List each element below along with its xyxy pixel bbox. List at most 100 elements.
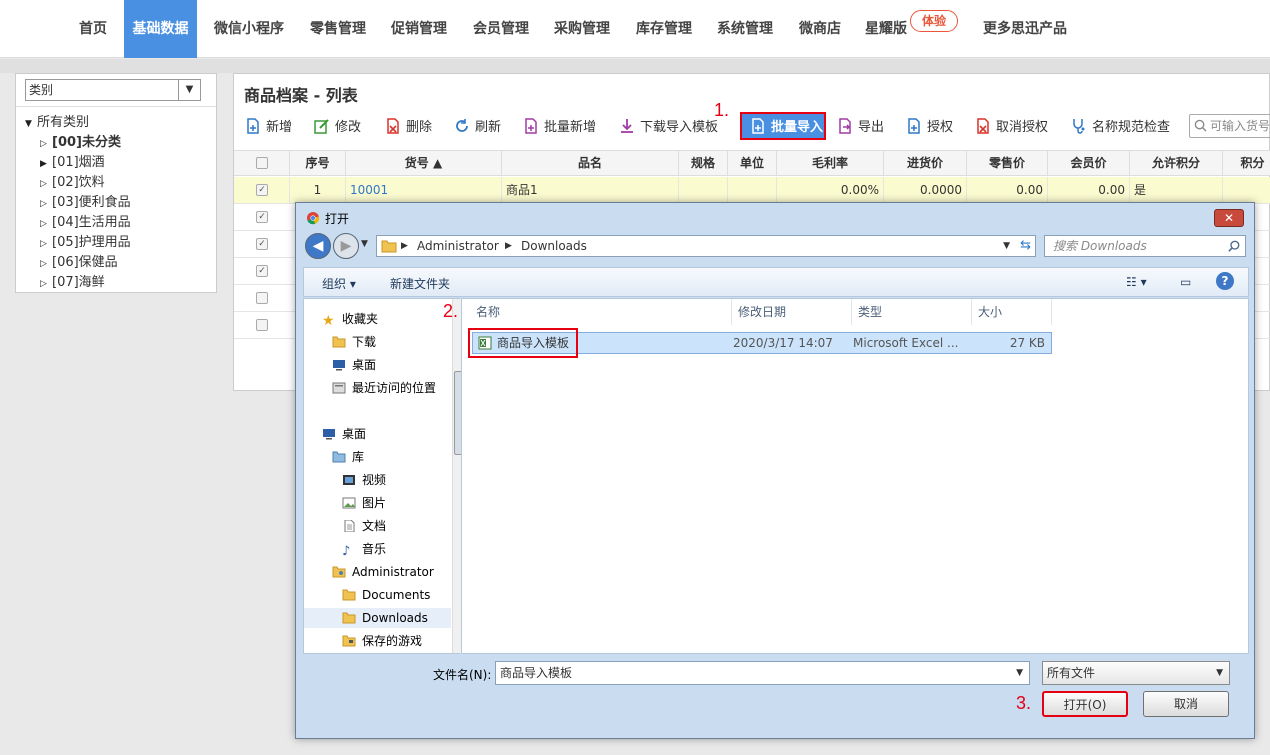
caret-right-icon[interactable]: ▷ [40, 234, 52, 254]
tree-item-00[interactable]: ▷ [00]未分类 [40, 133, 121, 153]
tree-item-05[interactable]: ▷ [05]护理用品 [40, 233, 131, 253]
breadcrumb-downloads[interactable]: Downloads [521, 236, 587, 256]
nav-wechat-store[interactable]: 微商店 [790, 0, 850, 58]
row-checkbox[interactable]: ✓ [256, 238, 268, 250]
search-input[interactable]: 可输入货号 [1189, 114, 1270, 138]
export-button[interactable]: 导出 [837, 115, 884, 141]
view-options-icon[interactable]: ☷ ▾ [1126, 275, 1147, 289]
col-file-type[interactable]: 类型 [852, 299, 972, 325]
batch-add-button[interactable]: 批量新增 [523, 115, 596, 141]
nav-saved-games[interactable]: 保存的游戏 [342, 631, 422, 651]
col-points[interactable]: 积分 [1223, 151, 1270, 176]
nav-downloads-fav[interactable]: 下载 [332, 332, 376, 352]
col-modified-date[interactable]: 修改日期 [732, 299, 852, 325]
download-template-button[interactable]: 下载导入模板 [619, 115, 718, 141]
close-button[interactable]: ✕ [1214, 209, 1244, 227]
tree-item-02[interactable]: ▷ [02]饮料 [40, 173, 105, 193]
add-button[interactable]: 新增 [245, 115, 292, 141]
authorize-button[interactable]: 授权 [906, 115, 953, 141]
col-retail[interactable]: 零售价 [967, 151, 1048, 176]
col-file-size[interactable]: 大小 [972, 299, 1052, 325]
caret-right-icon[interactable]: ▷ [40, 194, 52, 214]
nav-pictures[interactable]: 图片 [342, 493, 386, 513]
row-checkbox[interactable]: ✓ [256, 265, 268, 277]
table-row[interactable]: ✓ 1 10001 商品1 0.00% 0.0000 0.00 0.00 是 [234, 177, 1270, 204]
col-allow-points[interactable]: 允许积分 [1130, 151, 1223, 176]
batch-import-button[interactable]: 批量导入 [740, 112, 826, 140]
select-all-cell[interactable] [234, 151, 290, 176]
nav-inventory[interactable]: 库存管理 [628, 0, 700, 58]
new-folder-button[interactable]: 新建文件夹 [390, 275, 450, 292]
nav-libraries[interactable]: 库 [332, 447, 364, 467]
nav-member[interactable]: 会员管理 [465, 0, 537, 58]
select-all-checkbox[interactable] [256, 157, 268, 169]
help-icon[interactable]: ? [1216, 272, 1234, 290]
caret-right-icon[interactable]: ▷ [40, 214, 52, 234]
nav-retail[interactable]: 零售管理 [302, 0, 374, 58]
dialog-search-input[interactable]: 搜索 Downloads [1044, 235, 1246, 257]
col-name[interactable]: 品名 [502, 151, 679, 176]
cancel-button[interactable]: 取消 [1143, 691, 1229, 717]
col-cost[interactable]: 进货价 [884, 151, 967, 176]
col-code[interactable]: 货号 ▲ [346, 151, 502, 176]
nav-system[interactable]: 系统管理 [709, 0, 781, 58]
caret-right-icon[interactable]: ▶ [40, 154, 52, 174]
caret-right-icon[interactable]: ▷ [40, 134, 52, 154]
col-unit[interactable]: 单位 [728, 151, 777, 176]
caret-right-icon[interactable]: ▷ [40, 254, 52, 274]
file-row[interactable]: 商品导入模板 2020/3/17 14:07 Microsoft Excel .… [468, 328, 1052, 358]
nav-mini-program[interactable]: 微信小程序 [205, 0, 293, 58]
nav-promotion[interactable]: 促销管理 [383, 0, 455, 58]
row-checkbox[interactable] [256, 319, 268, 331]
name-check-button[interactable]: 名称规范检查 [1071, 115, 1170, 141]
recent-dropdown-icon[interactable]: ▼ [361, 239, 368, 249]
filename-input[interactable]: 商品导入模板 ▼ [495, 661, 1030, 685]
nav-administrator[interactable]: Administrator [332, 562, 434, 582]
row-checkbox[interactable]: ✓ [256, 184, 268, 196]
col-member[interactable]: 会员价 [1048, 151, 1130, 176]
nav-star-edition[interactable]: 星耀版 [860, 0, 912, 58]
organize-menu[interactable]: 组织 ▾ [322, 275, 356, 292]
tree-item-06[interactable]: ▷ [06]保健品 [40, 253, 118, 273]
delete-button[interactable]: 删除 [385, 115, 432, 141]
tree-item-03[interactable]: ▷ [03]便利食品 [40, 193, 131, 213]
nav-documents-lib[interactable]: 文档 [342, 516, 386, 536]
address-dropdown-icon[interactable]: ▼ [1003, 236, 1010, 256]
forward-button[interactable]: ▶ [333, 233, 359, 259]
nav-desktop[interactable]: 桌面 [322, 424, 366, 444]
tree-item-04[interactable]: ▷ [04]生活用品 [40, 213, 131, 233]
chevron-down-icon[interactable]: ▼ [1216, 662, 1223, 684]
back-button[interactable]: ◀ [305, 233, 331, 259]
col-file-name[interactable]: 名称 [470, 299, 732, 325]
nav-downloads[interactable]: Downloads [304, 608, 451, 628]
cell-code[interactable]: 10001 [346, 177, 502, 203]
breadcrumb-administrator[interactable]: Administrator [417, 236, 499, 256]
nav-purchase[interactable]: 采购管理 [546, 0, 618, 58]
nav-videos[interactable]: 视频 [342, 470, 386, 490]
nav-desktop-fav[interactable]: 桌面 [332, 355, 376, 375]
tree-item-07[interactable]: ▷ [07]海鲜 [40, 273, 105, 293]
caret-right-icon[interactable]: ▷ [40, 174, 52, 194]
file-type-select[interactable]: 所有文件 ▼ [1042, 661, 1230, 685]
nav-music[interactable]: ♪ 音乐 [342, 539, 386, 559]
refresh-button[interactable]: 刷新 [454, 115, 501, 141]
row-checkbox[interactable] [256, 292, 268, 304]
preview-pane-icon[interactable]: ▭ [1180, 275, 1191, 289]
edit-button[interactable]: 修改 [314, 115, 361, 141]
tree-item-01[interactable]: ▶ [01]烟酒 [40, 153, 105, 173]
col-margin[interactable]: 毛利率 [777, 151, 884, 176]
nav-more-products[interactable]: 更多思迅产品 [975, 0, 1075, 58]
nav-documents[interactable]: Documents [342, 585, 430, 605]
chevron-down-icon[interactable]: ▼ [178, 80, 200, 100]
category-select[interactable]: 类别 ▼ [25, 79, 201, 101]
tree-item-all[interactable]: ▼ 所有类别 [25, 113, 89, 133]
address-bar[interactable]: ▶ Administrator ▶ Downloads ▼ ⇆ [376, 235, 1036, 257]
filename-dropdown-icon[interactable]: ▼ [1016, 662, 1023, 684]
nav-favorites[interactable]: ★ 收藏夹 [322, 309, 378, 329]
nav-basic-data[interactable]: 基础数据 [124, 0, 197, 58]
revoke-button[interactable]: 取消授权 [975, 115, 1048, 141]
nav-recent-places[interactable]: 最近访问的位置 [332, 378, 436, 398]
refresh-icon[interactable]: ⇆ [1020, 236, 1031, 256]
caret-right-icon[interactable]: ▷ [40, 274, 52, 294]
row-checkbox[interactable]: ✓ [256, 211, 268, 223]
